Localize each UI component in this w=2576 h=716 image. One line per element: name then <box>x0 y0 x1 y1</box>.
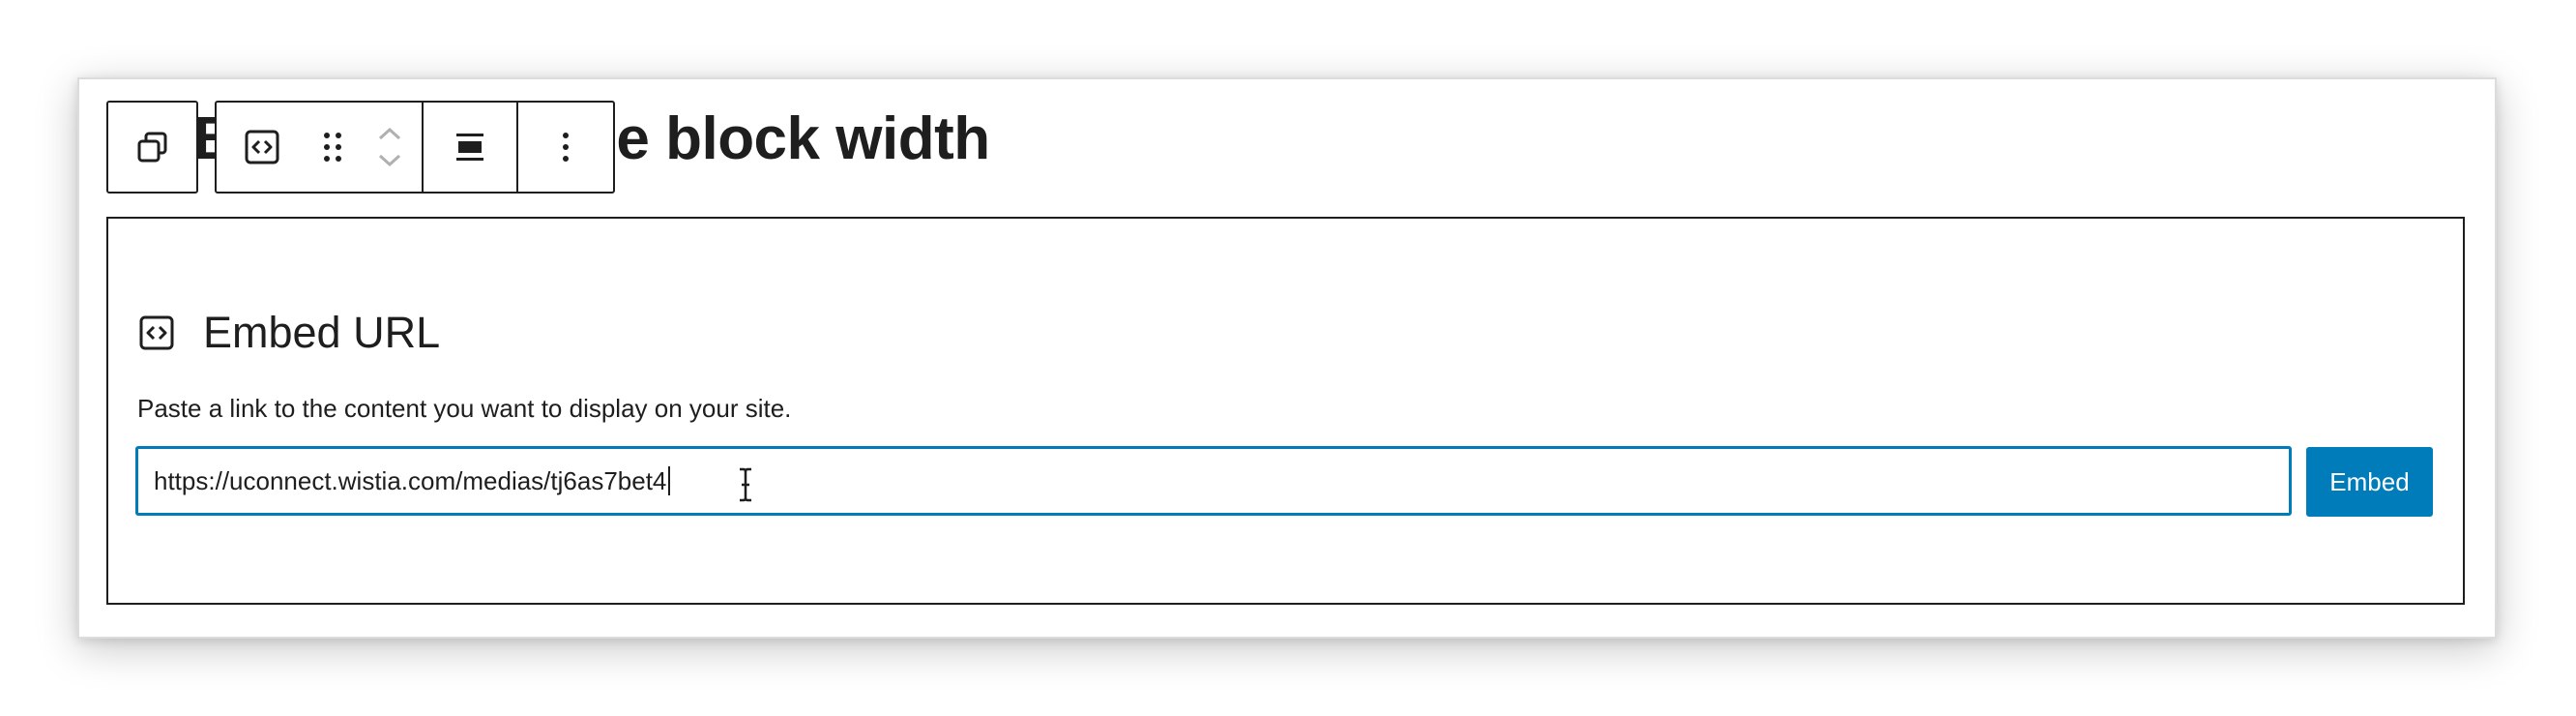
text-cursor-icon <box>740 467 751 502</box>
options-button[interactable] <box>518 103 613 192</box>
block-mover <box>358 103 422 192</box>
embed-instructions: Paste a link to the content you want to … <box>137 394 792 423</box>
embed-code-icon <box>139 315 174 350</box>
chevron-down-icon[interactable] <box>377 154 402 167</box>
embed-button[interactable]: Embed <box>2306 447 2433 517</box>
text-caret <box>668 466 671 495</box>
block-parent-icon <box>137 132 166 163</box>
chevron-up-icon[interactable] <box>377 127 402 140</box>
embed-url-value: https://uconnect.wistia.com/medias/tj6as… <box>154 465 667 495</box>
embed-url-input[interactable]: https://uconnect.wistia.com/medias/tj6as… <box>135 446 2292 516</box>
embed-label-text: Embed URL <box>203 308 441 357</box>
embed-code-icon <box>245 130 279 164</box>
align-button[interactable] <box>424 103 516 192</box>
parent-block-selector-group <box>106 101 198 194</box>
drag-handle-icon <box>324 133 341 162</box>
block-toolbar <box>215 101 615 194</box>
align-wide-icon <box>456 134 483 161</box>
drag-handle-button[interactable] <box>307 103 358 192</box>
embed-label: Embed URL <box>137 304 440 362</box>
more-vertical-icon <box>563 133 569 162</box>
select-parent-block-button[interactable] <box>108 103 196 192</box>
block-type-button[interactable] <box>217 103 307 192</box>
embed-block-placeholder: Embed URL Paste a link to the content yo… <box>106 217 2465 605</box>
